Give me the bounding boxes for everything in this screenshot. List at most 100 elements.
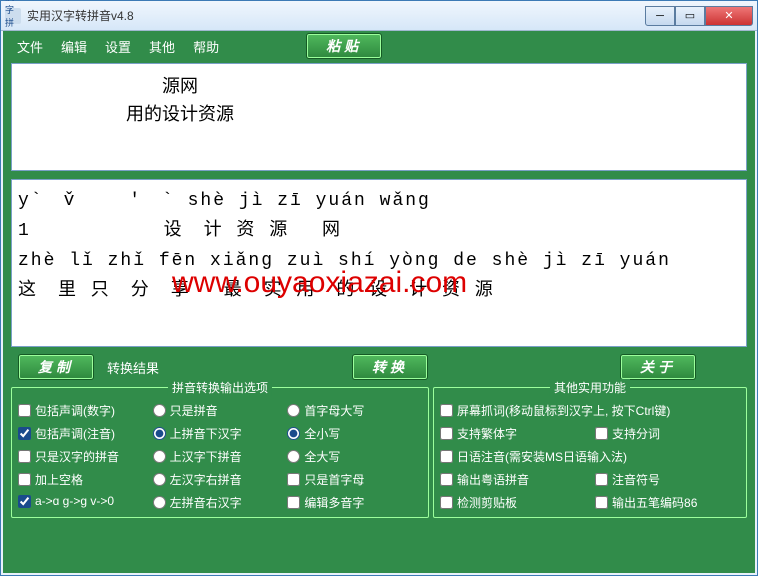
label-text: 支持繁体字: [457, 425, 517, 442]
label-text: 上汉字下拼音: [170, 448, 242, 465]
label-text: 上拼音下汉字: [170, 425, 242, 442]
radio[interactable]: [287, 404, 300, 417]
label-text: 输出粤语拼音: [457, 471, 529, 488]
minimize-button[interactable]: ─: [645, 6, 675, 26]
label-text: 全小写: [304, 425, 340, 442]
radio[interactable]: [153, 404, 166, 417]
chk-word-seg[interactable]: 支持分词: [595, 425, 660, 442]
window-controls: ─ ▭ ✕: [645, 6, 753, 26]
options-col-2: 只是拼音 上拼音下汉字 上汉字下拼音 左汉字右拼音 左拼音右汉字: [153, 402, 288, 511]
checkbox[interactable]: [440, 450, 453, 463]
label-text: 左拼音右汉字: [170, 494, 242, 511]
rad-all-upper[interactable]: 全大写: [287, 448, 422, 465]
checkbox[interactable]: [18, 495, 31, 508]
chk-glyph-variant[interactable]: a->ɑ g->ɡ v->0: [18, 494, 153, 508]
rad-all-lower[interactable]: 全小写: [287, 425, 422, 442]
chk-initials-only[interactable]: 只是首字母: [287, 471, 422, 488]
group-title: 拼音转换输出选项: [168, 379, 272, 396]
checkbox[interactable]: [287, 473, 300, 486]
label-text: 注音符号: [612, 471, 660, 488]
radio[interactable]: [287, 450, 300, 463]
chk-wubi86[interactable]: 输出五笔编码86: [595, 494, 697, 511]
rad-hanzi-above[interactable]: 上汉字下拼音: [153, 448, 288, 465]
output-line: 1 设 计 资 源 网: [18, 216, 740, 246]
watermark-text: www.ouyaoxiazai.com: [172, 268, 467, 298]
label-text: a->ɑ g->ɡ v->0: [35, 494, 114, 508]
options-col-1: 包括声调(数字) 包括声调(注音) 只是汉字的拼音 加上空格 a->ɑ g->ɡ…: [18, 402, 153, 511]
menu-other[interactable]: 其他: [149, 37, 175, 56]
paste-button[interactable]: 粘贴: [307, 34, 381, 58]
radio[interactable]: [287, 427, 300, 440]
checkbox[interactable]: [440, 473, 453, 486]
group-pinyin-options: 拼音转换输出选项 包括声调(数字) 包括声调(注音) 只是汉字的拼音 加上空格 …: [11, 387, 429, 518]
rad-pinyin-above[interactable]: 上拼音下汉字: [153, 425, 288, 442]
rad-hanzi-left[interactable]: 左汉字右拼音: [153, 471, 288, 488]
close-button[interactable]: ✕: [705, 6, 753, 26]
checkbox[interactable]: [18, 473, 31, 486]
checkbox[interactable]: [287, 496, 300, 509]
checkbox[interactable]: [595, 473, 608, 486]
chk-tone-mark[interactable]: 包括声调(注音): [18, 425, 153, 442]
window-title: 实用汉字转拼音v4.8: [27, 7, 645, 24]
options-area: 拼音转换输出选项 包括声调(数字) 包括声调(注音) 只是汉字的拼音 加上空格 …: [5, 383, 753, 524]
checkbox[interactable]: [595, 496, 608, 509]
label-text: 支持分词: [612, 425, 660, 442]
input-line: 源网: [18, 72, 740, 100]
label-text: 只是汉字的拼音: [35, 448, 119, 465]
chk-add-space[interactable]: 加上空格: [18, 471, 153, 488]
checkbox[interactable]: [440, 427, 453, 440]
action-row: 复制 转换结果 转换 关于: [5, 351, 753, 383]
maximize-button[interactable]: ▭: [675, 6, 705, 26]
chk-screen-grab[interactable]: 屏幕抓词(移动鼠标到汉字上, 按下Ctrl键): [440, 402, 740, 419]
chk-cantonese[interactable]: 输出粤语拼音: [440, 471, 529, 488]
group-other-functions: 其他实用功能 屏幕抓词(移动鼠标到汉字上, 按下Ctrl键) 支持繁体字 支持分…: [433, 387, 747, 518]
label-text: 编辑多音字: [304, 494, 364, 511]
checkbox[interactable]: [18, 450, 31, 463]
radio[interactable]: [153, 496, 166, 509]
menubar: 文件 编辑 设置 其他 帮助 粘贴: [5, 33, 753, 59]
menu-edit[interactable]: 编辑: [61, 37, 87, 56]
radio[interactable]: [153, 450, 166, 463]
output-textarea[interactable]: y` v̌ ′ ` shè jì zī yuán wǎng 1 设 计 资 源 …: [11, 179, 747, 347]
menu-settings[interactable]: 设置: [105, 37, 131, 56]
label-text: 只是拼音: [170, 402, 218, 419]
titlebar: 汉字拼音 实用汉字转拼音v4.8 ─ ▭ ✕: [1, 1, 757, 31]
checkbox[interactable]: [595, 427, 608, 440]
app-window: 汉字拼音 实用汉字转拼音v4.8 ─ ▭ ✕ 文件 编辑 设置 其他 帮助 粘贴…: [0, 0, 758, 576]
about-button[interactable]: 关于: [621, 355, 695, 379]
radio[interactable]: [153, 473, 166, 486]
chk-only-hanzi-pinyin[interactable]: 只是汉字的拼音: [18, 448, 153, 465]
rad-only-pinyin[interactable]: 只是拼音: [153, 402, 288, 419]
label-text: 屏幕抓词(移动鼠标到汉字上, 按下Ctrl键): [457, 402, 670, 419]
checkbox[interactable]: [440, 404, 453, 417]
chk-tone-number[interactable]: 包括声调(数字): [18, 402, 153, 419]
menu-help[interactable]: 帮助: [193, 37, 219, 56]
radio[interactable]: [153, 427, 166, 440]
chk-japanese[interactable]: 日语注音(需安装MS日语输入法): [440, 448, 740, 465]
group-title: 其他实用功能: [550, 379, 630, 396]
copy-button[interactable]: 复制: [19, 355, 93, 379]
input-textarea[interactable]: 源网 用的设计资源: [11, 63, 747, 171]
input-line: 用的设计资源: [18, 100, 740, 128]
label-text: 输出五笔编码86: [612, 494, 697, 511]
checkbox[interactable]: [18, 427, 31, 440]
app-icon: 汉字拼音: [5, 8, 21, 24]
chk-zhuyin[interactable]: 注音符号: [595, 471, 660, 488]
chk-traditional[interactable]: 支持繁体字: [440, 425, 517, 442]
label-text: 日语注音(需安装MS日语输入法): [457, 448, 627, 465]
checkbox[interactable]: [440, 496, 453, 509]
convert-button[interactable]: 转换: [353, 355, 427, 379]
label-text: 左汉字右拼音: [170, 471, 242, 488]
client-area: 文件 编辑 设置 其他 帮助 粘贴 源网 用的设计资源 y` v̌ ′ ` sh…: [1, 31, 757, 575]
options-col-3: 首字母大写 全小写 全大写 只是首字母 编辑多音字: [287, 402, 422, 511]
chk-clipboard[interactable]: 检测剪贴板: [440, 494, 517, 511]
rad-pinyin-left[interactable]: 左拼音右汉字: [153, 494, 288, 511]
rad-cap-first[interactable]: 首字母大写: [287, 402, 422, 419]
result-label: 转换结果: [107, 358, 159, 377]
chk-edit-polyphone[interactable]: 编辑多音字: [287, 494, 422, 511]
label-text: 全大写: [304, 448, 340, 465]
checkbox[interactable]: [18, 404, 31, 417]
menu-file[interactable]: 文件: [17, 37, 43, 56]
label-text: 检测剪贴板: [457, 494, 517, 511]
label-text: 加上空格: [35, 471, 83, 488]
